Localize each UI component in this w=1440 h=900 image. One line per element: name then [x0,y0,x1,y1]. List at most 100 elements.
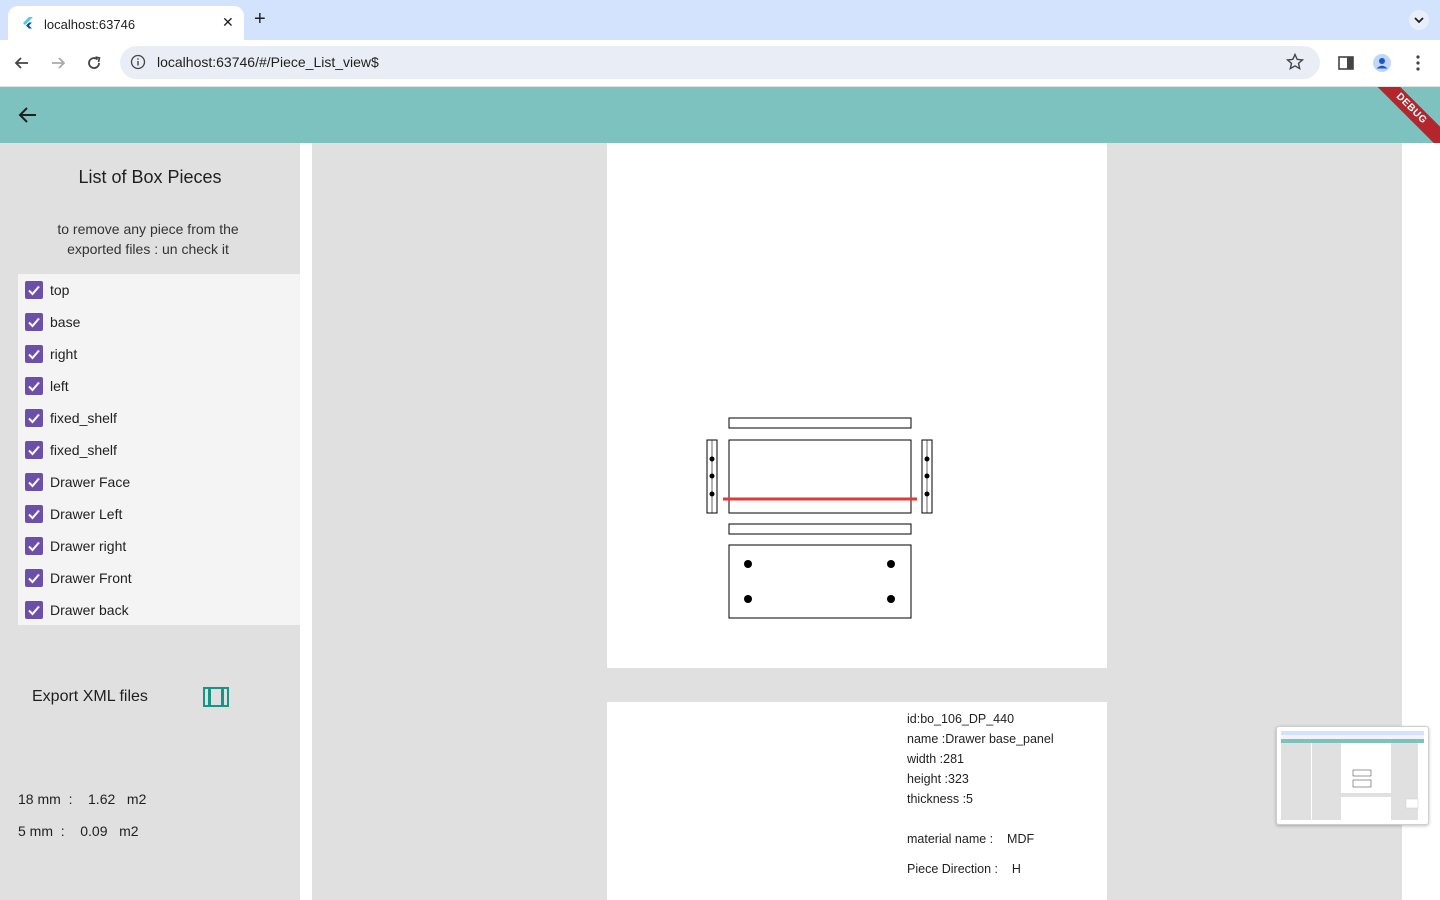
piece-top [728,417,912,429]
profile-avatar-icon[interactable] [1372,53,1392,73]
piece-label: Drawer Front [50,570,132,586]
check-icon [28,445,40,456]
app-back-arrow-icon[interactable] [18,105,38,125]
flutter-icon [23,17,33,29]
sidebar-instructions: to remove any piece from the exported fi… [57,221,239,257]
browser-tab-strip: localhost:63746 ✕ + [0,0,1440,40]
piece-label: left [50,378,69,394]
check-icon [28,477,40,488]
piece-label: right [50,346,78,362]
piece-material: material name : MDF [907,832,1035,846]
piece-list-item[interactable]: Drawer back [18,594,300,626]
piece-height: height :323 [907,772,969,786]
dowel-hole [924,456,930,462]
new-tab-icon[interactable]: + [254,8,266,30]
url-text: localhost:63746/#/Piece_List_view$ [157,54,379,70]
side-panel-icon[interactable] [1336,53,1356,73]
piece-label: Drawer Left [50,506,123,522]
piece-checkbox[interactable] [25,473,43,491]
piece-checkbox[interactable] [25,345,43,363]
app-bar: DEBUG [0,87,1440,143]
tab-search-icon[interactable] [1408,10,1430,30]
piece-detail-card: id:bo_106_DP_440 name :Drawer base_panel… [607,702,1107,900]
piece-drawer-face [728,439,912,514]
piece-list-item[interactable]: Drawer Face [18,466,300,498]
piece-label: Drawer back [50,602,129,618]
check-icon [28,573,40,584]
piece-list-item[interactable]: Drawer Left [18,498,300,530]
check-icon [28,317,40,328]
piece-list-item[interactable]: fixed_shelf [18,402,300,434]
piece-list-item[interactable]: left [18,370,300,402]
site-info-icon[interactable] [130,54,146,70]
piece-thickness: thickness :5 [907,792,974,806]
dowel-hole [887,595,895,603]
dowel-hole [709,456,715,462]
piece-base [728,544,912,619]
check-icon [28,349,40,360]
export-xml-label[interactable]: Export XML files [32,688,148,706]
piece-checkbox[interactable] [25,601,43,619]
piece-checklist: top base right left fixed_shelf fixed_shelf Dr… [18,274,300,625]
piece-label: Drawer Face [50,474,131,490]
check-icon [28,509,40,520]
piece-list-item[interactable]: fixed_shelf [18,434,300,466]
check-icon [28,541,40,552]
tab-close-icon[interactable]: ✕ [222,14,234,31]
piece-checkbox[interactable] [25,409,43,427]
dowel-hole [744,560,752,568]
piece-fixed-shelf [728,523,912,535]
check-icon [28,605,40,616]
piece-name: name :Drawer base_panel [907,732,1054,746]
layout-preview-card [607,143,1107,668]
address-bar[interactable]: localhost:63746/#/Piece_List_view$ [120,46,1320,79]
piece-checkbox[interactable] [25,505,43,523]
piece-list-item[interactable]: Drawer right [18,530,300,562]
thumbnail-preview-image [1281,731,1424,820]
piece-checkbox[interactable] [25,377,43,395]
check-icon [28,413,40,424]
dowel-hole [744,595,752,603]
preview-area: id:bo_106_DP_440 name :Drawer base_panel… [312,143,1402,900]
pieces-sidebar: List of Box Pieces to remove any piece f… [0,143,300,900]
tab-title: localhost:63746 [44,17,136,32]
piece-width: width :281 [907,752,964,766]
dowel-hole [887,560,895,568]
dowel-hole [924,473,930,479]
box-layout-drawing [706,417,933,619]
browser-menu-icon[interactable] [1408,53,1428,73]
back-icon[interactable] [12,53,32,73]
piece-direction: Piece Direction : H [907,862,1021,876]
bookmark-star-icon[interactable] [1286,53,1304,71]
check-icon [28,285,40,296]
piece-list-item[interactable]: top [18,274,300,306]
piece-checkbox[interactable] [25,313,43,331]
piece-label: top [50,282,70,298]
dowel-hole [709,473,715,479]
piece-list-item[interactable]: base [18,306,300,338]
sidebar-title: List of Box Pieces [78,167,222,187]
piece-label: Drawer right [50,538,127,554]
piece-checkbox[interactable] [25,537,43,555]
debug-banner: DEBUG [1366,87,1440,143]
area-5mm: 5 mm : 0.09 m2 [18,823,139,839]
window-thumbnail[interactable] [1276,726,1429,825]
piece-id: id:bo_106_DP_440 [907,712,1015,726]
piece-checkbox[interactable] [25,441,43,459]
piece-label: fixed_shelf [50,410,117,426]
piece-list-item[interactable]: right [18,338,300,370]
browser-toolbar: localhost:63746/#/Piece_List_view$ [0,40,1440,87]
piece-checkbox[interactable] [25,569,43,587]
piece-label: base [50,314,81,330]
dowel-hole [924,491,930,497]
check-icon [28,381,40,392]
reload-icon[interactable] [84,53,104,73]
forward-icon[interactable] [48,53,68,73]
browser-tab[interactable]: localhost:63746 ✕ [8,6,244,40]
export-xml-icon[interactable] [203,687,229,707]
piece-label: fixed_shelf [50,442,117,458]
dowel-hole [709,491,715,497]
piece-checkbox[interactable] [25,281,43,299]
area-18mm: 18 mm : 1.62 m2 [18,791,147,807]
piece-list-item[interactable]: Drawer Front [18,562,300,594]
